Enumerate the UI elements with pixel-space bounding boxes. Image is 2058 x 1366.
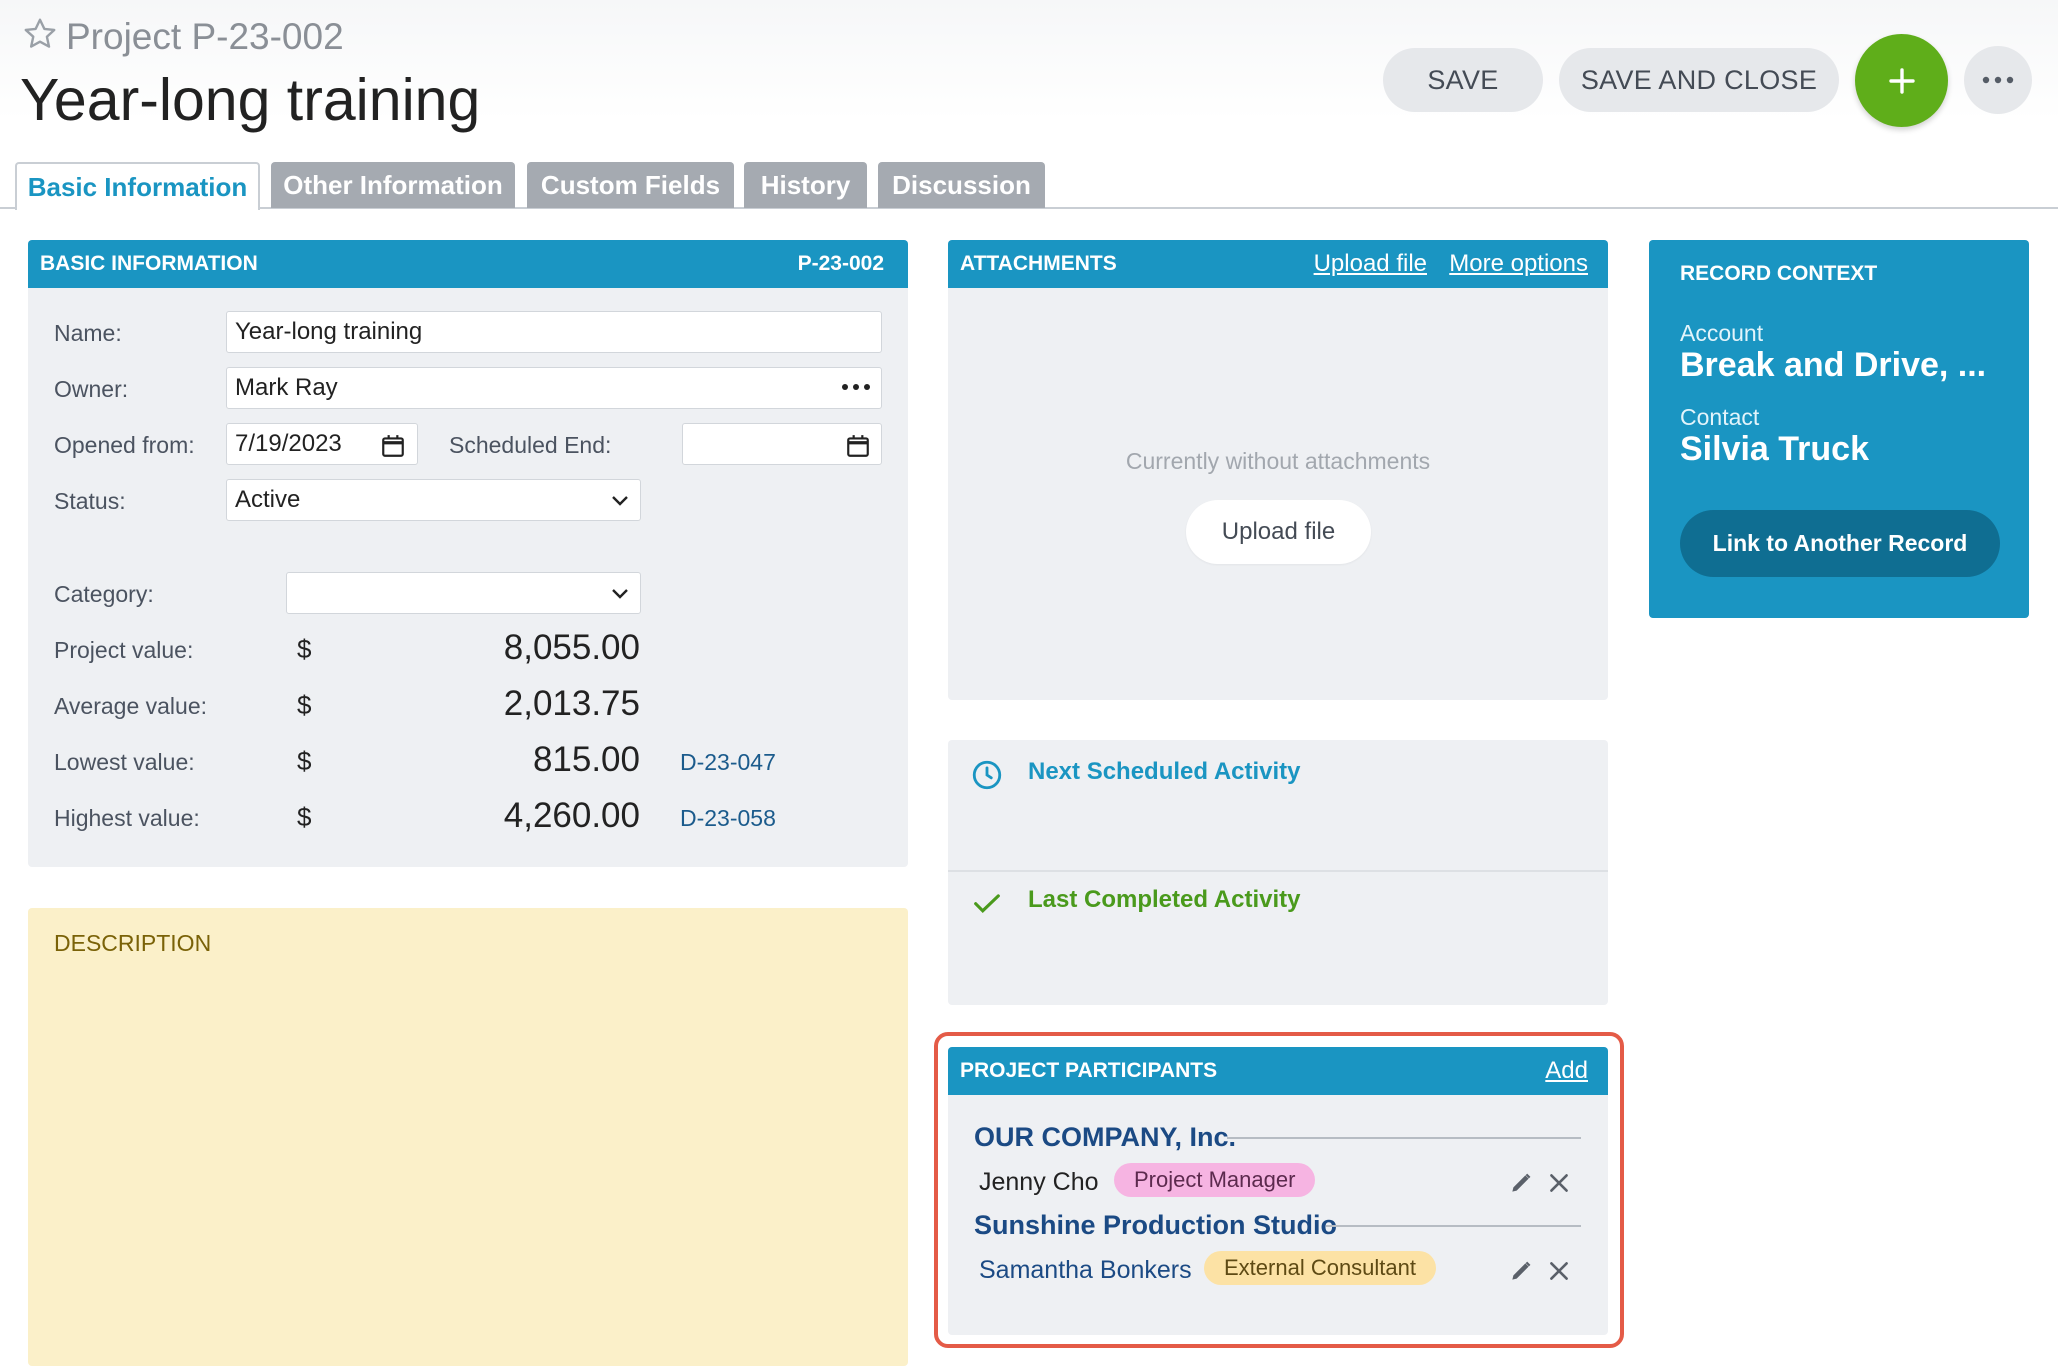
status-select[interactable]: Active [226, 479, 641, 521]
highlight-outline [934, 1032, 1624, 1348]
chevron-down-icon [612, 496, 628, 506]
link-to-another-record-button[interactable]: Link to Another Record [1680, 510, 2000, 577]
currency-symbol: $ [297, 746, 312, 776]
account-link[interactable]: Break and Drive, ... [1680, 346, 1986, 385]
contact-label: Contact [1680, 404, 1760, 430]
tab-custom-fields[interactable]: Custom Fields [527, 162, 734, 208]
record-code: P-23-002 [191, 16, 344, 57]
calendar-icon[interactable] [380, 433, 406, 459]
check-icon [974, 894, 1000, 913]
status-label: Status: [54, 488, 126, 514]
tab-basic-information[interactable]: Basic Information [15, 162, 260, 210]
upload-file-button[interactable]: Upload file [1186, 500, 1371, 564]
tab-other-information[interactable]: Other Information [271, 162, 515, 208]
opened-from-value: 7/19/2023 [235, 430, 342, 457]
highest-value-reference-link[interactable]: D-23-058 [680, 805, 776, 832]
project-value-label: Project value: [54, 637, 194, 663]
contact-link[interactable]: Silvia Truck [1680, 430, 1869, 469]
more-actions-button[interactable] [1964, 46, 2032, 114]
description-label: DESCRIPTION [54, 930, 212, 956]
owner-field[interactable]: Mark Ray [226, 367, 882, 409]
name-field[interactable]: Year-long training [226, 311, 882, 353]
category-select[interactable] [286, 572, 641, 614]
category-label: Category: [54, 581, 154, 607]
basic-information-title: BASIC INFORMATION [40, 252, 258, 275]
record-type: Project [66, 16, 182, 57]
tab-discussion[interactable]: Discussion [878, 162, 1045, 208]
add-button[interactable] [1855, 34, 1948, 127]
average-value: 2,013.75 [503, 684, 640, 723]
project-value: 8,055.00 [503, 628, 640, 667]
owner-lookup-icon[interactable] [840, 382, 872, 392]
status-value: Active [235, 486, 301, 513]
average-value-label: Average value: [54, 693, 208, 719]
more-icon [1982, 76, 2014, 84]
highest-value-label: Highest value: [54, 805, 200, 831]
plus-icon [1888, 67, 1915, 94]
lowest-value: 815.00 [532, 740, 640, 779]
calendar-icon[interactable] [845, 433, 871, 459]
upload-file-link[interactable]: Upload file [1314, 250, 1427, 278]
attachments-header: ATTACHMENTS Upload file More options [948, 240, 1608, 288]
owner-value: Mark Ray [235, 374, 338, 401]
description-panel[interactable] [28, 908, 908, 1366]
highest-value: 4,260.00 [503, 796, 640, 835]
attachments-empty-message: Currently without attachments [1125, 448, 1431, 474]
more-options-link[interactable]: More options [1449, 250, 1588, 278]
page-title: Year-long training [20, 67, 481, 133]
lowest-value-label: Lowest value: [54, 749, 195, 775]
scheduled-end-label: Scheduled End: [449, 432, 612, 458]
chevron-down-icon [612, 589, 628, 599]
divider [948, 870, 1608, 872]
save-button[interactable]: SAVE [1383, 48, 1543, 112]
owner-label: Owner: [54, 376, 129, 402]
record-type-label: Project P-23-002 [66, 16, 344, 58]
basic-information-header: BASIC INFORMATION P-23-002 [28, 240, 908, 288]
star-icon[interactable] [22, 16, 58, 52]
record-context-title: RECORD CONTEXT [1680, 262, 1878, 285]
currency-symbol: $ [297, 802, 312, 832]
save-and-close-button[interactable]: SAVE AND CLOSE [1559, 48, 1839, 112]
record-code-badge: P-23-002 [797, 252, 884, 275]
attachments-title: ATTACHMENTS [960, 252, 1117, 275]
currency-symbol: $ [297, 690, 312, 720]
account-label: Account [1680, 320, 1764, 346]
tab-history[interactable]: History [744, 162, 867, 208]
opened-from-label: Opened from: [54, 432, 195, 458]
next-scheduled-activity-link[interactable]: Next Scheduled Activity [1028, 758, 1301, 786]
clock-icon [972, 760, 1002, 790]
lowest-value-reference-link[interactable]: D-23-047 [680, 749, 776, 776]
currency-symbol: $ [297, 634, 312, 664]
last-completed-activity-link[interactable]: Last Completed Activity [1028, 886, 1301, 914]
name-label: Name: [54, 320, 122, 346]
